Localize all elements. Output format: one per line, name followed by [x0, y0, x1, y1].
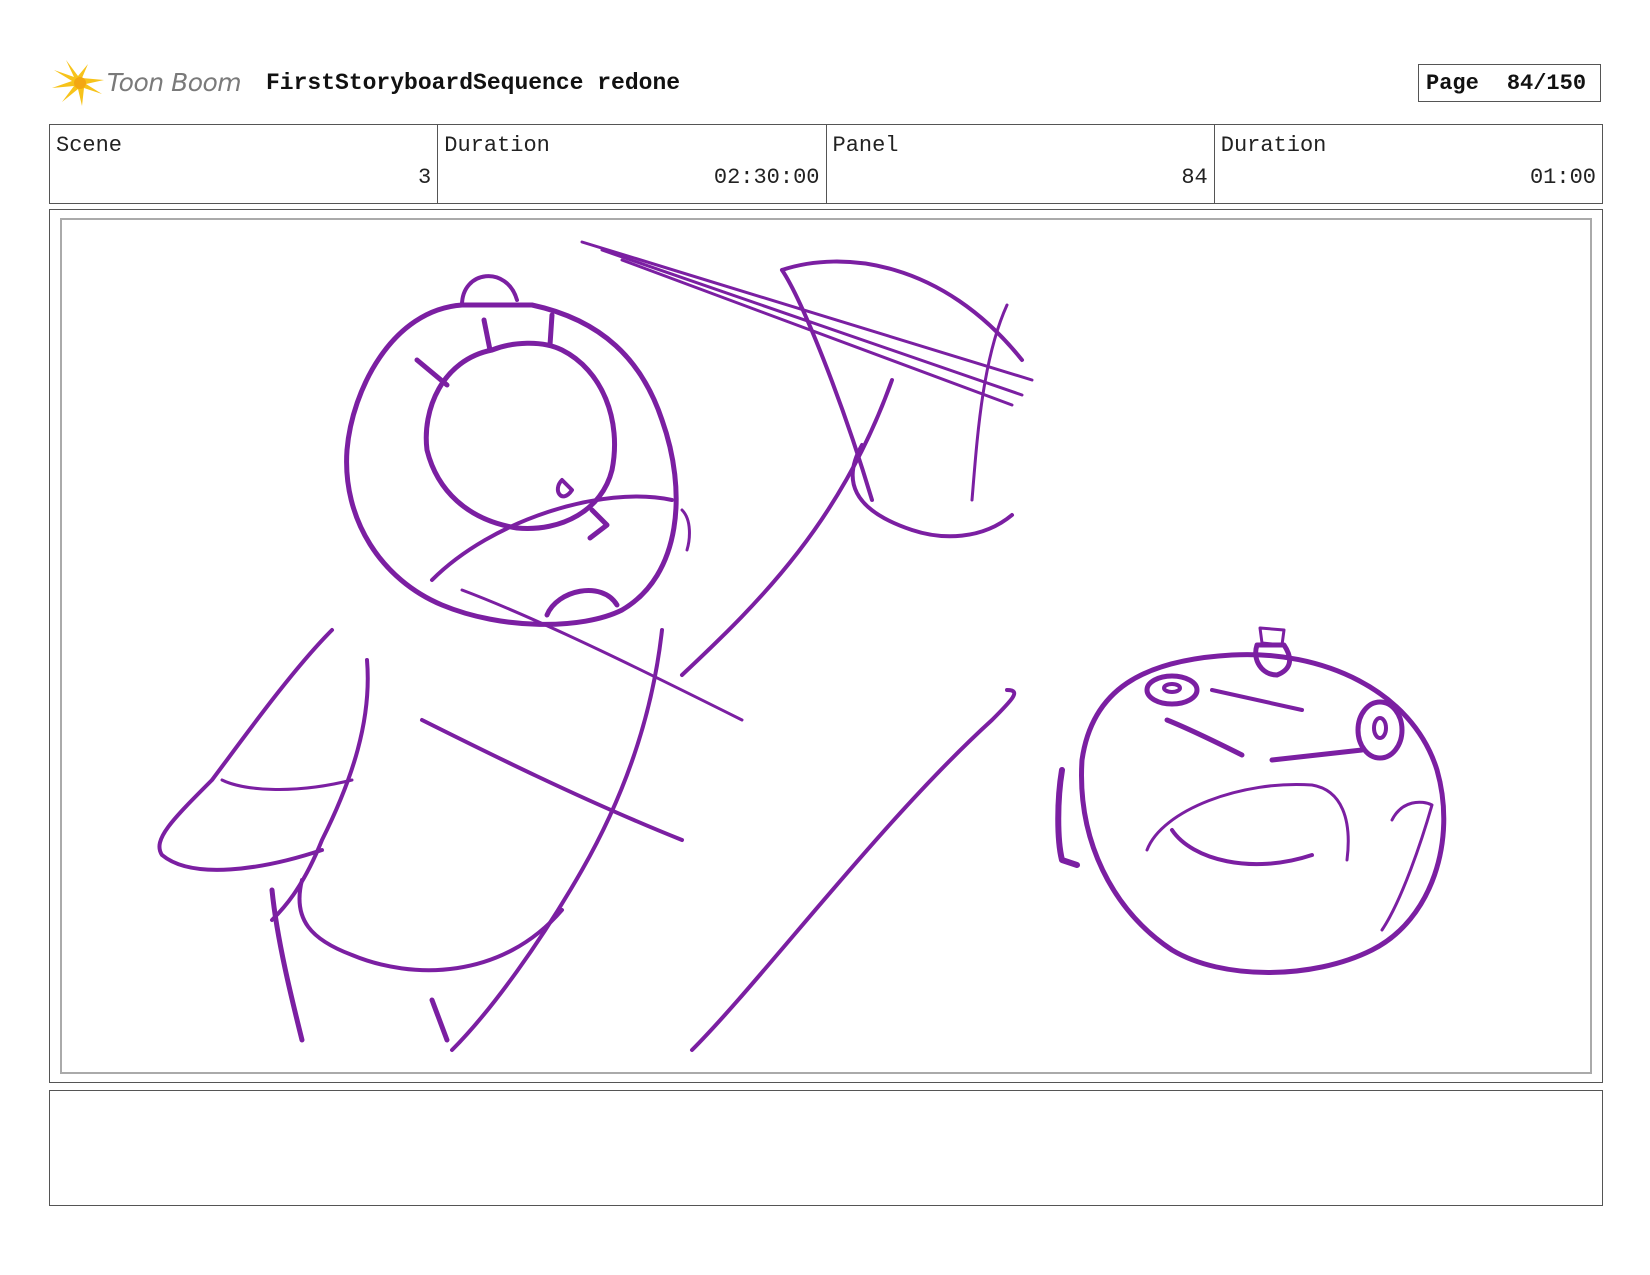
page-indicator: Page 84/150	[1418, 64, 1601, 102]
scene-duration-label: Duration	[444, 133, 550, 158]
panel-duration-label: Duration	[1220, 133, 1327, 158]
panel-value: 84	[1181, 165, 1208, 190]
panel-cell: Panel 84	[827, 125, 1215, 203]
panel-notes	[49, 1090, 1603, 1206]
starburst-icon	[52, 60, 104, 106]
panel-duration-cell: Duration 01:00	[1215, 125, 1602, 203]
bear-ear	[460, 274, 519, 307]
panel-duration-value: 01:00	[1529, 165, 1596, 190]
bear-hand	[850, 443, 1014, 539]
scene-cell: Scene 3	[50, 125, 439, 203]
panel-frame	[49, 209, 1603, 1083]
storyboard-sketch	[157, 240, 1447, 1052]
page-label: Page	[1426, 70, 1479, 96]
bear-head	[344, 302, 679, 627]
scene-value: 3	[418, 165, 432, 190]
scene-label: Scene	[56, 133, 123, 158]
logo-text: Toon Boom	[107, 68, 242, 97]
page-number: 84/150	[1506, 70, 1587, 96]
document-title: FirstStoryboardSequence redone	[266, 70, 681, 96]
panel-info-table: Scene 3 Duration 02:30:00 Panel 84 Durat…	[49, 124, 1603, 204]
panel-image	[60, 218, 1592, 1074]
storyboard-header: Toon Boom FirstStoryboardSequence redone…	[52, 56, 1602, 108]
scene-duration-cell: Duration 02:30:00	[438, 125, 827, 203]
scene-duration-value: 02:30:00	[713, 165, 820, 190]
toon-boom-logo: Toon Boom	[52, 58, 247, 108]
panel-label: Panel	[832, 133, 899, 158]
